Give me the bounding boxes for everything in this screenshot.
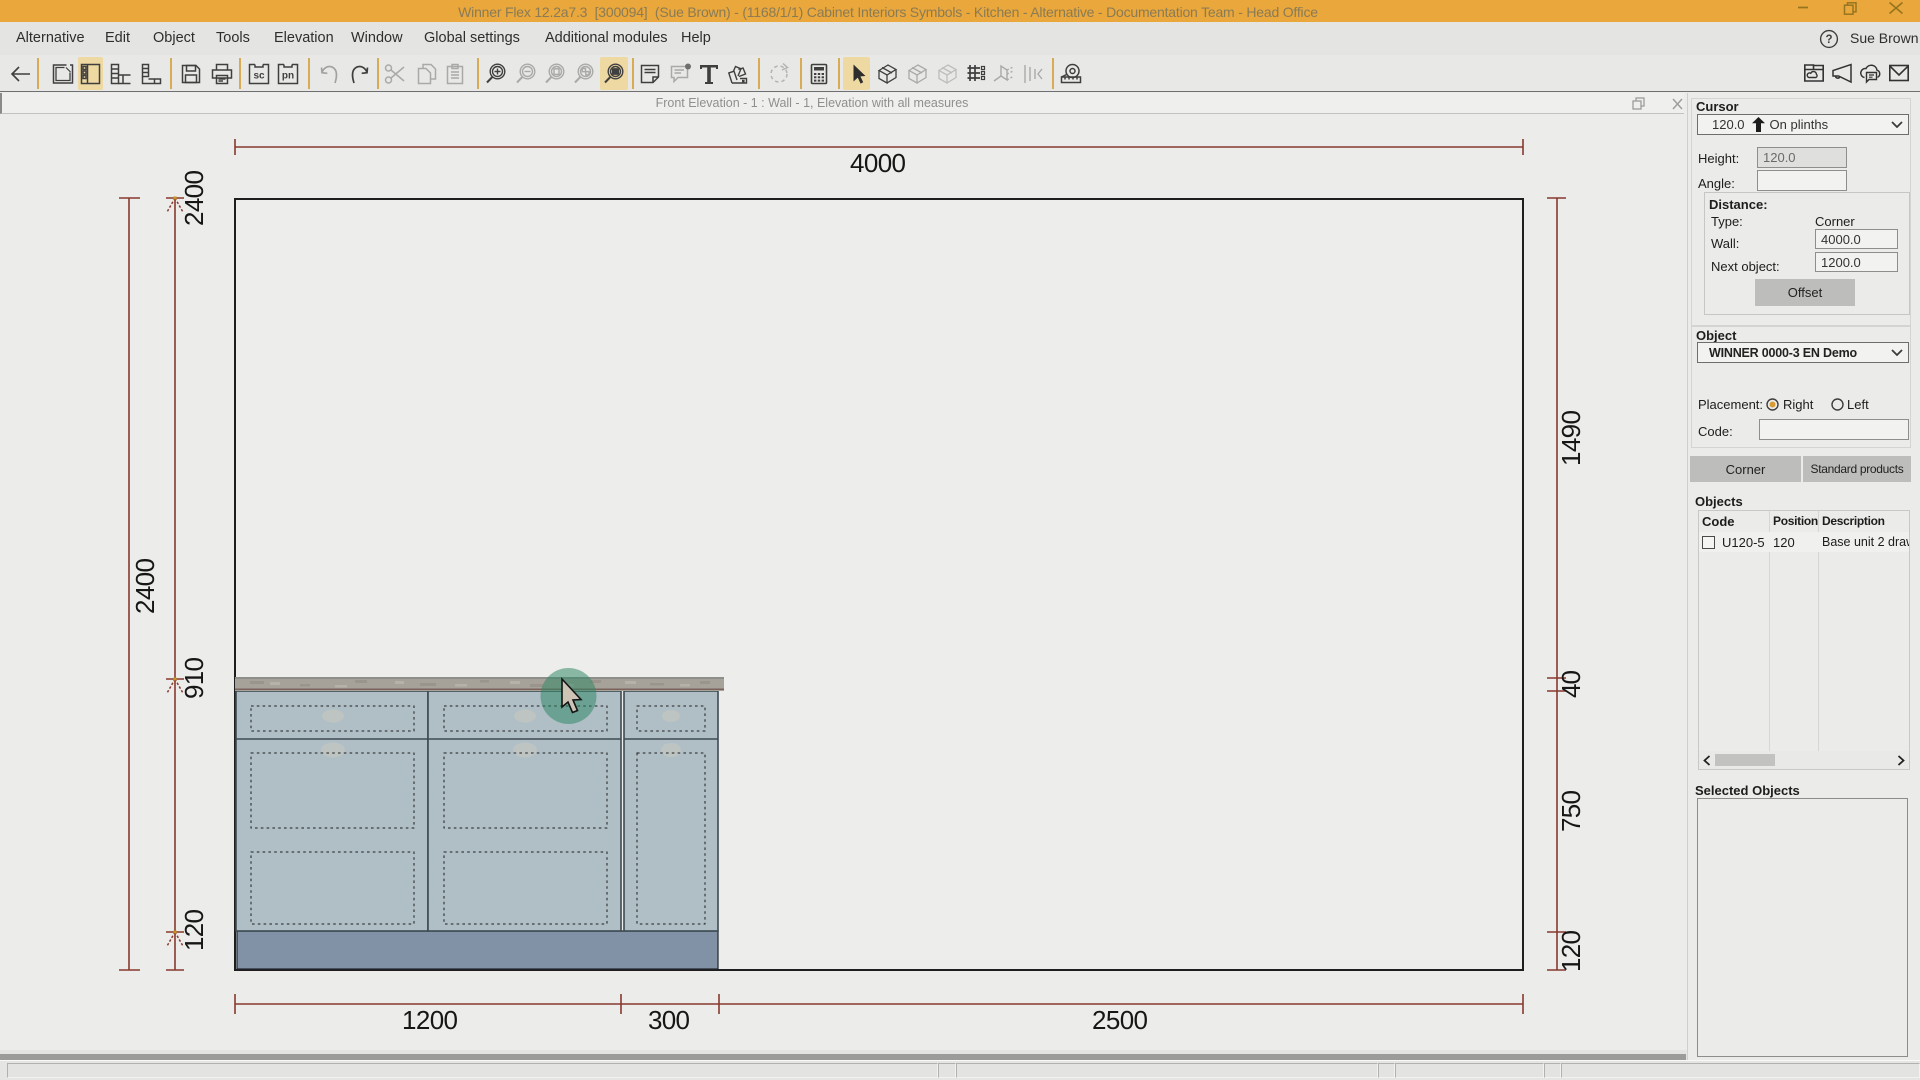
svg-text:300: 300	[648, 1005, 690, 1035]
svg-text:120: 120	[179, 909, 209, 951]
svg-text:750: 750	[1556, 790, 1586, 832]
svg-text:910: 910	[179, 657, 209, 699]
svg-text:2400: 2400	[130, 558, 160, 614]
svg-text:2400: 2400	[179, 170, 209, 226]
svg-text:1200: 1200	[402, 1005, 458, 1035]
svg-text:120: 120	[1556, 930, 1586, 972]
svg-text:40: 40	[1556, 670, 1586, 698]
svg-text:4000: 4000	[850, 148, 906, 178]
svg-text:2500: 2500	[1092, 1005, 1148, 1035]
svg-text:1490: 1490	[1556, 410, 1586, 466]
